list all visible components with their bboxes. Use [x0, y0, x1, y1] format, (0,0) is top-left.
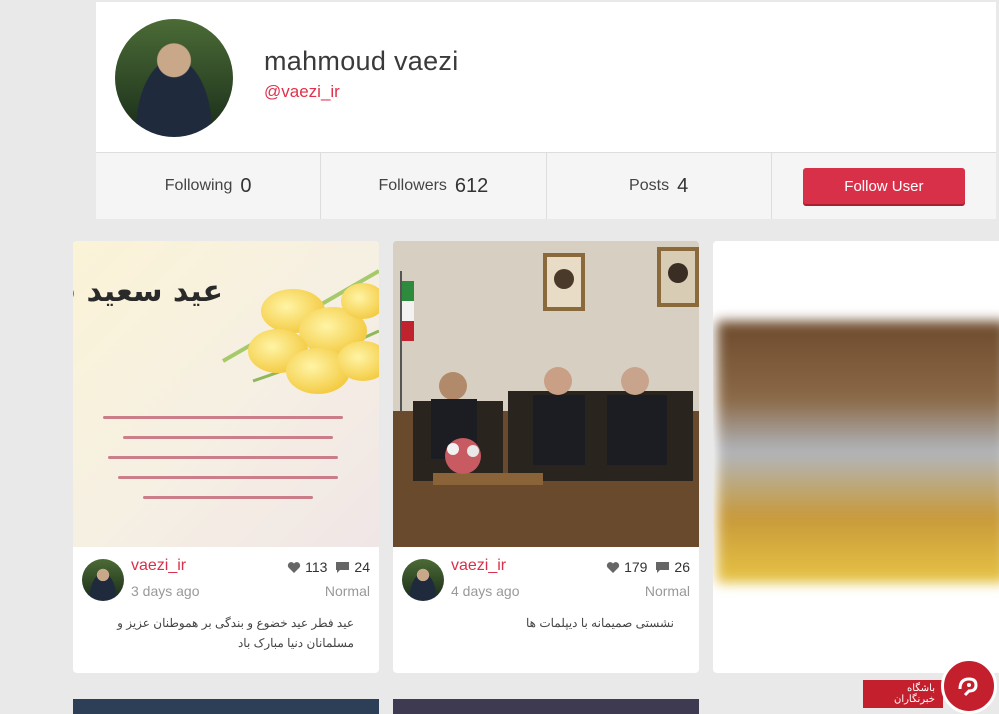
post-card-partial[interactable]: [393, 699, 699, 714]
stat-value: 4: [677, 174, 689, 197]
heart-icon[interactable]: [606, 561, 620, 574]
comment-count: 24: [354, 559, 370, 575]
like-count: 179: [624, 559, 648, 575]
eid-greeting-text: عید سعید فطر مبارک: [73, 274, 223, 309]
comment-icon[interactable]: [655, 561, 670, 574]
post-meta: vaezi_ir 3 days ago 113 24 Normal عید فط…: [73, 547, 379, 673]
like-count: 113: [305, 559, 328, 575]
follow-user-button[interactable]: Follow User: [802, 168, 965, 204]
watermark-icon: [941, 658, 997, 714]
profile-avatar[interactable]: [115, 19, 233, 137]
post-card[interactable]: عید سعید فطر مبارک vaezi_ir 3 days ago 1…: [73, 241, 379, 673]
blurred-post-image: [717, 321, 999, 583]
post-caption: عید فطر عید خضوع و بندگی بر هموطنان عزیز…: [117, 616, 354, 650]
post-time: 3 days ago: [131, 583, 200, 599]
stat-value: 612: [454, 174, 489, 197]
post-card[interactable]: vaezi_ir 4 days ago 179 26 Normal نشستی …: [393, 241, 699, 673]
stat-followers[interactable]: Followers 612: [321, 153, 547, 219]
post-username[interactable]: vaezi_ir: [451, 557, 506, 575]
profile-name: mahmoud vaezi: [264, 46, 459, 76]
post-card-blurred[interactable]: [713, 241, 999, 673]
follow-area: Follow User: [772, 153, 996, 219]
post-card-partial[interactable]: [73, 699, 379, 714]
stat-label: Followers: [378, 177, 447, 194]
watermark-logo: باشگاه خبرنگاران: [863, 654, 999, 714]
post-time: 4 days ago: [451, 583, 520, 599]
stat-label: Posts: [629, 177, 670, 194]
post-meta: vaezi_ir 4 days ago 179 26 Normal نشستی …: [393, 547, 699, 673]
post-username[interactable]: vaezi_ir: [131, 557, 186, 575]
stat-posts[interactable]: Posts 4: [547, 153, 772, 219]
stat-value: 0: [240, 174, 252, 197]
post-caption: نشستی صمیمانه با دیپلمات ها: [526, 616, 674, 630]
watermark-text: باشگاه خبرنگاران: [863, 680, 943, 708]
comment-count: 26: [674, 559, 690, 575]
avatar[interactable]: [82, 559, 124, 601]
post-category: Normal: [324, 583, 370, 599]
profile-stats: Following 0 Followers 612 Posts 4 Follow…: [96, 152, 996, 219]
profile-card: mahmoud vaezi @vaezi_ir Following 0 Foll…: [96, 2, 996, 219]
stat-label: Following: [164, 177, 233, 194]
comment-icon[interactable]: [335, 561, 350, 574]
post-image-meeting[interactable]: [393, 241, 699, 547]
heart-icon[interactable]: [287, 561, 301, 574]
profile-handle[interactable]: @vaezi_ir: [264, 82, 340, 102]
post-counts: 179 26: [606, 559, 690, 575]
post-category: Normal: [644, 583, 690, 599]
post-counts: 113 24: [287, 559, 370, 575]
stat-following[interactable]: Following 0: [96, 153, 322, 219]
post-image-eid[interactable]: عید سعید فطر مبارک: [73, 241, 379, 547]
avatar[interactable]: [402, 559, 444, 601]
